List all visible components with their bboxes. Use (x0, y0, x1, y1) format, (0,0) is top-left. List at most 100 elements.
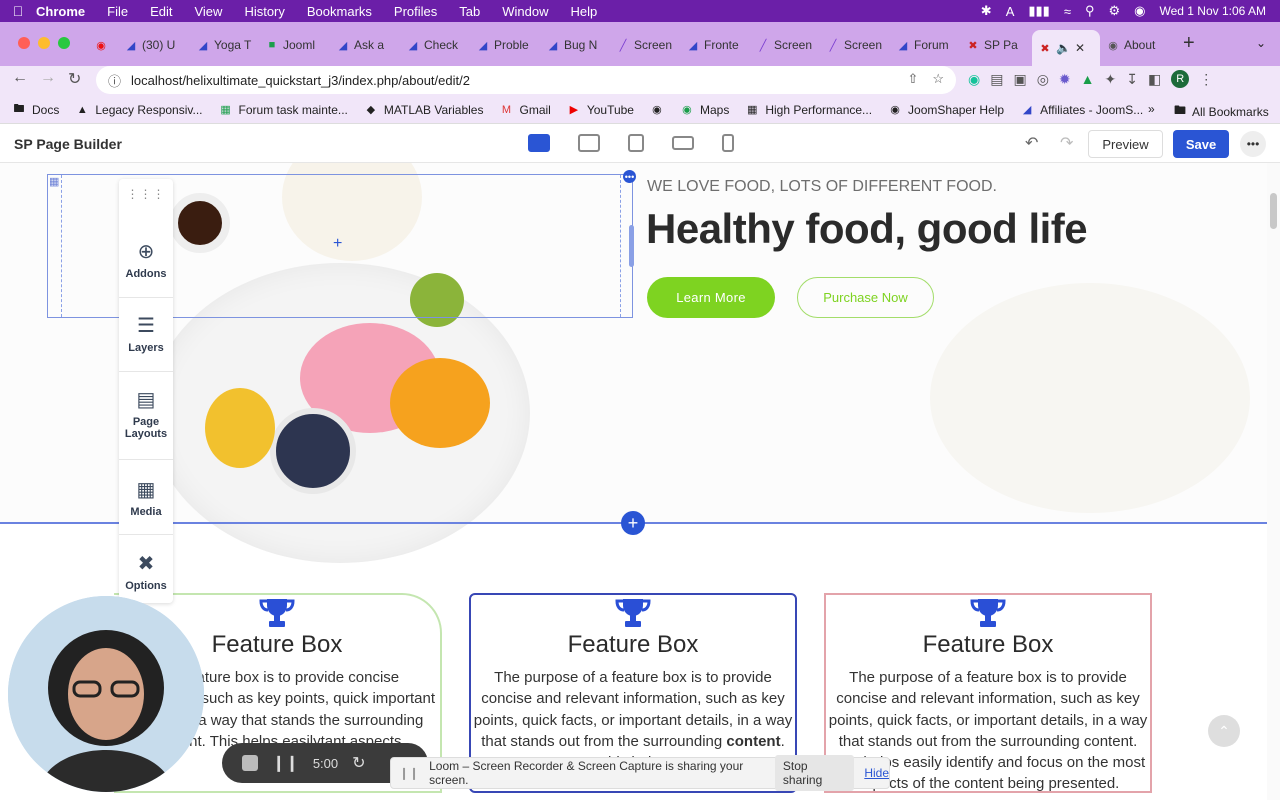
speaker-icon[interactable]: 🔈 (1056, 41, 1071, 55)
green-extension-icon[interactable]: ▲ (1081, 71, 1095, 87)
camera-icon[interactable]: ▣ (1013, 71, 1026, 88)
tablet-landscape-icon[interactable] (672, 136, 694, 150)
tab-item[interactable]: ╱ Screen (756, 33, 812, 57)
undo-icon[interactable]: ↶ (1025, 133, 1038, 153)
grammarly-icon[interactable]: ◉ (968, 71, 980, 88)
close-window-icon[interactable] (18, 37, 30, 49)
mobile-icon[interactable] (722, 134, 734, 152)
profile-avatar[interactable]: R (1171, 70, 1190, 88)
purchase-now-button[interactable]: Purchase Now (797, 277, 934, 318)
sidebar-item-addons[interactable]: ⊕ Addons (119, 239, 173, 280)
bookmark-item[interactable]: ◉ JoomShaper Help (888, 103, 1004, 117)
menu-profiles[interactable]: Profiles (394, 4, 437, 19)
menu-edit[interactable]: Edit (150, 4, 172, 19)
restart-icon[interactable]: ↻ (352, 753, 365, 773)
hero-section[interactable]: ▦ + ••• WE LOVE FOOD, LOTS OF DIFFERENT … (0, 163, 1267, 563)
bookmark-item[interactable]: 🖿 Docs (12, 103, 60, 117)
sidebar-item-media[interactable]: ▦ Media (119, 477, 173, 518)
column-grip-icon[interactable]: ▦ (49, 175, 59, 188)
globe-extension-icon[interactable]: ◎ (1037, 71, 1049, 88)
menu-view[interactable]: View (194, 4, 222, 19)
hide-banner-link[interactable]: Hide (864, 766, 889, 780)
apple-icon[interactable]:  (0, 3, 36, 19)
bookmark-item[interactable]: ▶ YouTube (567, 103, 634, 117)
page-scrollbar[interactable] (1267, 163, 1280, 800)
redo-icon[interactable]: ↷ (1060, 133, 1073, 153)
bluetooth-icon[interactable]: ✱ (981, 3, 992, 19)
address-bar[interactable]: ⓘ localhost/helixultimate_quickstart_j3/… (96, 66, 956, 94)
bookmark-star-icon[interactable]: ☆ (932, 71, 944, 87)
more-options-icon[interactable]: ••• (1240, 131, 1266, 157)
preview-button[interactable]: Preview (1088, 130, 1163, 158)
wifi-icon[interactable]: ≈ (1064, 4, 1071, 19)
colorful-extension-icon[interactable]: ✹ (1059, 71, 1071, 88)
drag-handle-icon[interactable]: ⋮⋮⋮ (119, 187, 173, 201)
puzzle-icon[interactable]: ✦ (1105, 71, 1117, 88)
tab-search-icon[interactable]: ⌄ (1256, 36, 1266, 50)
tab-item[interactable]: ◉ About (1106, 33, 1166, 57)
reload-icon[interactable]: ↻ (68, 69, 81, 89)
menu-file[interactable]: File (107, 4, 128, 19)
tab-item[interactable]: ■ Jooml (265, 33, 323, 57)
site-info-icon[interactable]: ⓘ (108, 71, 121, 90)
bookmark-item[interactable]: ◆ MATLAB Variables (364, 103, 484, 117)
desktop-icon[interactable] (528, 134, 550, 152)
menu-window[interactable]: Window (502, 4, 548, 19)
column-resize-handle[interactable] (629, 225, 634, 267)
tab-item[interactable]: ╱ Screen (826, 33, 882, 57)
laptop-icon[interactable] (578, 134, 600, 152)
all-bookmarks[interactable]: 🖿 All Bookmarks (1174, 101, 1269, 122)
sidebar-item-layers[interactable]: ☰ Layers (119, 313, 173, 354)
control-center-icon[interactable]: ⚙ (1109, 3, 1121, 19)
bookmark-item[interactable]: ▲ Legacy Responsiv... (75, 103, 203, 117)
battery-icon[interactable]: ▮▮▮ (1028, 3, 1049, 19)
scroll-to-top-icon[interactable]: ⌃ (1208, 715, 1240, 747)
bookmark-item[interactable]: M Gmail (499, 103, 551, 117)
bookmark-item[interactable]: ▦ Forum task mainte... (219, 103, 348, 117)
bookmark-item[interactable]: ▦ High Performance... (745, 103, 872, 117)
spotlight-icon[interactable]: ⚲ (1085, 3, 1095, 19)
back-icon[interactable]: ← (12, 69, 28, 87)
column-options-icon[interactable]: ••• (623, 170, 636, 183)
input-source-icon[interactable]: A (1006, 4, 1015, 19)
tab-record[interactable]: ◉ (94, 33, 108, 57)
download-icon[interactable]: ↧ (1126, 71, 1138, 88)
share-icon[interactable]: ⇧ (907, 71, 918, 87)
menu-tab[interactable]: Tab (459, 4, 480, 19)
menu-bookmarks[interactable]: Bookmarks (307, 4, 372, 19)
drag-handle-icon[interactable]: ❙❙ (399, 766, 419, 780)
learn-more-button[interactable]: Learn More (647, 277, 775, 318)
bookmark-item[interactable]: ◉ (650, 103, 664, 117)
tab-item[interactable]: ◢ Proble (476, 33, 532, 57)
bookmark-item[interactable]: ◢ Affiliates - JoomS... (1020, 103, 1143, 117)
stop-sharing-button[interactable]: Stop sharing (774, 755, 855, 791)
zoom-window-icon[interactable] (58, 37, 70, 49)
tab-item[interactable]: ╱ Screen (616, 33, 672, 57)
menu-help[interactable]: Help (571, 4, 598, 19)
add-addon-icon[interactable]: + (333, 235, 342, 253)
tab-item[interactable]: ◢ Bug N (546, 33, 602, 57)
tab-item[interactable]: ◢ Check (406, 33, 462, 57)
forward-icon[interactable]: → (40, 69, 56, 87)
sidebar-item-options[interactable]: ✖ Options (119, 551, 173, 592)
clock[interactable]: Wed 1 Nov 1:06 AM (1160, 4, 1267, 18)
bookmark-item[interactable]: ◉ Maps (680, 103, 729, 117)
menu-history[interactable]: History (244, 4, 284, 19)
tablet-icon[interactable] (628, 134, 644, 152)
tab-item[interactable]: ◢ Fronte (686, 33, 742, 57)
menu-app-name[interactable]: Chrome (36, 4, 85, 19)
scroll-thumb[interactable] (1270, 193, 1277, 229)
sidepanel-icon[interactable]: ◧ (1148, 71, 1161, 88)
tab-active[interactable]: ✖ 🔈 ✕ (1032, 30, 1100, 66)
tab-item[interactable]: ◢ Forum (896, 33, 954, 57)
tab-item[interactable]: ◢ Yoga T (196, 33, 252, 57)
extension-icon[interactable]: ▤ (990, 71, 1003, 88)
tab-item[interactable]: ◢ Ask a (336, 33, 392, 57)
minimize-window-icon[interactable] (38, 37, 50, 49)
stop-recording-icon[interactable] (242, 755, 258, 771)
bookmarks-overflow-icon[interactable]: » (1148, 102, 1155, 116)
sidebar-item-page-layouts[interactable]: ▤ Page Layouts (119, 387, 173, 440)
pause-icon[interactable]: ❙❙ (272, 753, 299, 773)
siri-icon[interactable]: ◉ (1134, 3, 1145, 19)
chrome-menu-icon[interactable]: ⋮ (1199, 71, 1213, 88)
